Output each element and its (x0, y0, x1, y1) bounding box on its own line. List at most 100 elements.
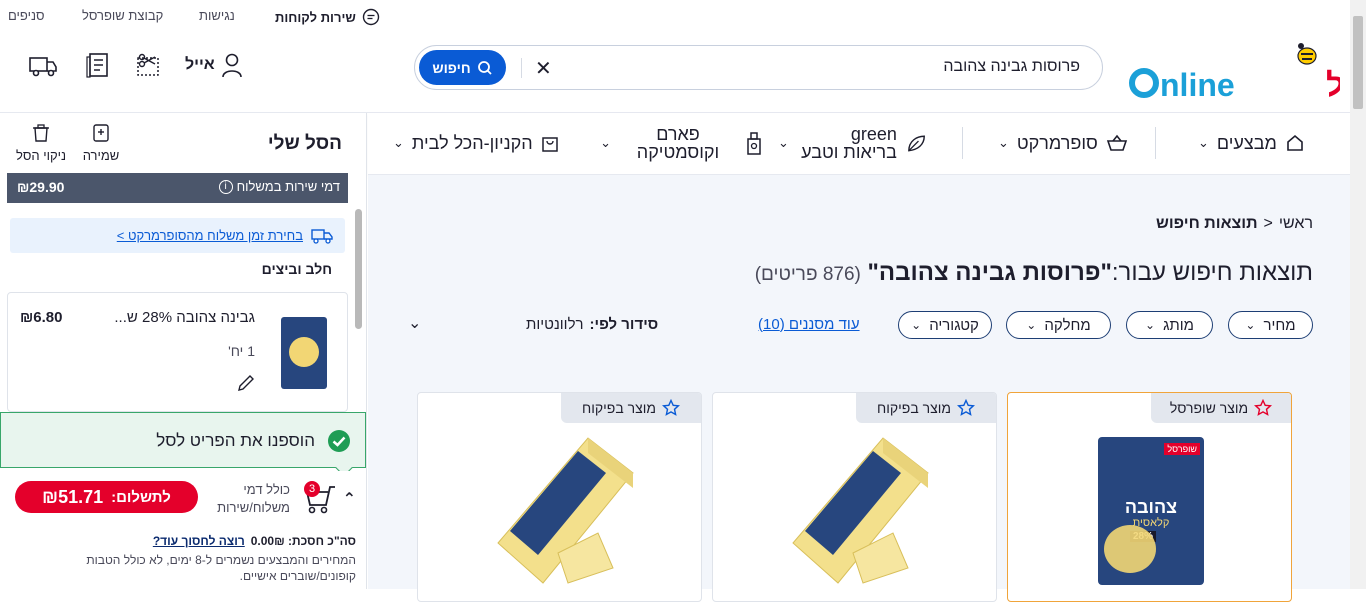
product-tag-label: מוצר שופרסל (1169, 400, 1249, 416)
clear-cart-label: ניקוי הסל (15, 148, 67, 163)
chevron-down-icon: ⌄ (1145, 318, 1156, 332)
delivery-fee-bar: דמי שירות במשלוח i ₪29.90 (7, 173, 348, 203)
filter-category[interactable]: קטגוריה ⌄ (898, 311, 992, 339)
cart-scrollbar[interactable] (354, 203, 363, 399)
nav-item-pharm[interactable]: פארם וקוסמטיקה ⌄ (583, 123, 763, 163)
breadcrumb-home[interactable]: ראשי (1279, 215, 1313, 233)
svg-text:nline: nline (1160, 67, 1235, 103)
page-scroll-thumb[interactable] (1353, 16, 1363, 109)
logo-graphic: nline שופרסל (1129, 43, 1366, 103)
filter-price[interactable]: מחיר ⌄ (1228, 311, 1313, 339)
expand-cart-chevron-icon[interactable]: ⌃ (343, 489, 356, 509)
filter-brand[interactable]: מותג ⌄ (1126, 311, 1213, 339)
nav-item-deals[interactable]: מבצעים ⌄ (1198, 123, 1305, 163)
cart-icon[interactable]: 3 (302, 481, 338, 515)
savings-row: סה"כ חסכת: 0.00₪ רוצה לחסוך עוד? (153, 534, 356, 548)
nav-item-green[interactable]: green בריאות וטבע ⌄ (778, 123, 928, 163)
edit-pencil-icon[interactable] (236, 373, 256, 393)
chevron-down-icon: ⌄ (911, 318, 922, 332)
cheese-slice-graphic (1104, 525, 1156, 573)
customer-service-label: שירות לקוחות (275, 9, 356, 25)
checkout-label: לתשלום: (111, 488, 171, 506)
delivery-truck-icon[interactable] (28, 53, 58, 79)
product-card[interactable]: מוצר בפיקוח (712, 392, 997, 602)
customer-service-link[interactable]: שירות לקוחות (275, 8, 380, 26)
filter-department[interactable]: מחלקה ⌄ (1006, 311, 1111, 339)
filter-label: מחלקה (1044, 316, 1091, 334)
star-icon (1254, 399, 1273, 416)
chevron-down-icon: ⌄ (1026, 318, 1037, 332)
shufersal-logo[interactable]: nline שופרסל (1124, 34, 1366, 112)
search-icon (477, 60, 492, 75)
branches-link[interactable]: סניפים (8, 8, 45, 23)
product-tag: מוצר שופרסל (1151, 393, 1291, 423)
cart-item-qty: 1 יח' (228, 343, 255, 359)
nav-item-mall[interactable]: הקניון-הכל לבית ⌄ (393, 123, 559, 163)
delivery-time-truck-icon (311, 229, 333, 244)
orders-list-icon[interactable] (85, 51, 111, 79)
sort-control[interactable]: סידור לפי: רלוונטיות (526, 316, 658, 333)
clear-cart-button[interactable]: ניקוי הסל (12, 123, 70, 163)
breadcrumb: ראשי < תוצאות חיפוש (1156, 215, 1313, 233)
checkout-button[interactable]: לתשלום: ₪51.71 (15, 481, 198, 513)
chat-icon (362, 8, 380, 26)
clear-search-icon[interactable]: ✕ (535, 56, 552, 81)
chevron-down-icon: ⌄ (998, 135, 1009, 150)
basket-icon (1106, 134, 1127, 151)
cart-scroll-thumb[interactable] (355, 209, 362, 329)
delivery-fee-label: דמי שירות במשלוח (236, 179, 340, 194)
breadcrumb-separator: < (1263, 215, 1273, 232)
results-count: (876 פריטים) (754, 264, 861, 285)
user-icon (221, 53, 242, 78)
chevron-down-icon: ⌄ (1245, 318, 1256, 332)
star-icon (661, 399, 680, 416)
added-toast: הוספנו את הפריט לסל (0, 412, 366, 468)
product-tag-label: מוצר בפיקוח (582, 400, 656, 416)
nav-item-label: green בריאות וטבע (801, 124, 897, 162)
package-name: צהובה (1124, 497, 1178, 517)
save-cart-button[interactable]: שמירה (80, 123, 122, 163)
info-icon[interactable]: i (218, 179, 233, 194)
cart-panel: הסל שלי שמירה ניקוי הסל דמי שירות במשלוח… (0, 113, 367, 589)
delivery-time-box[interactable]: בחירת זמן משלוח מהסופרמרקט > (10, 218, 345, 253)
leaf-icon (908, 135, 925, 152)
checkout-amount: ₪51.71 (42, 486, 104, 507)
delivery-fee-label-wrap: דמי שירות במשלוח i (218, 179, 340, 194)
user-account[interactable]: אייל (185, 52, 243, 78)
save-cart-label: שמירה (82, 148, 120, 163)
package-sub: קלאסית (1132, 517, 1170, 529)
nav-item-label: מבצעים (1216, 132, 1277, 153)
group-link[interactable]: קבוצת שופרסל (82, 8, 163, 23)
cart-category-title: חלב וביצים (261, 261, 332, 277)
save-more-link[interactable]: רוצה לחסוך עוד? (153, 534, 245, 548)
search-input[interactable]: פרוסות גבינה צהובה (943, 58, 1080, 76)
product-card[interactable]: מוצר שופרסל שופרסל צהובה קלאסית 28% (1007, 392, 1292, 602)
added-toast-message: הוספנו את הפריט לסל (156, 431, 315, 450)
delivery-time-link[interactable]: בחירת זמן משלוח מהסופרמרקט > (117, 228, 303, 243)
product-tag: מוצר בפיקוח (561, 393, 701, 423)
product-tag: מוצר בפיקוח (856, 393, 996, 423)
nav-divider (962, 127, 963, 159)
nav-item-label: סופרמרקט (1016, 132, 1098, 153)
user-name: אייל (185, 56, 215, 73)
nav-item-label: הקניון-הכל לבית (411, 132, 533, 153)
check-circle-icon (328, 430, 350, 452)
cheese-block-image (792, 437, 929, 584)
cheese-block-image (497, 437, 634, 584)
accessibility-link[interactable]: נגישות (199, 8, 235, 23)
search-button[interactable]: חיפוש (419, 50, 506, 85)
sort-chevron-icon[interactable]: ⌄ (408, 313, 421, 333)
chevron-down-icon: ⌄ (1198, 135, 1209, 150)
nav-item-supermarket[interactable]: סופרמרקט ⌄ (998, 123, 1128, 163)
more-filters-link[interactable]: עוד מסננים (10) (758, 316, 860, 333)
cart-item[interactable]: גבינה צהובה 28% ש... ₪6.80 1 יח' (7, 292, 348, 412)
coupons-icon[interactable] (135, 52, 161, 78)
delivery-fee-value: ₪29.90 (17, 179, 65, 195)
product-card[interactable]: מוצר בפיקוח (417, 392, 702, 602)
page-scrollbar[interactable] (1350, 0, 1366, 589)
filter-label: מחיר (1263, 316, 1296, 334)
results-query: "פרוסות גבינה צהובה" (867, 259, 1112, 286)
cart-summary-bar: ⌃ 3 כולל דמי משלוח/שירות לתשלום: ₪51.71 (0, 471, 366, 531)
search-divider (521, 58, 522, 78)
main-nav: מבצעים ⌄ סופרמרקט ⌄ green בריאות וטבע ⌄ … (368, 113, 1350, 175)
